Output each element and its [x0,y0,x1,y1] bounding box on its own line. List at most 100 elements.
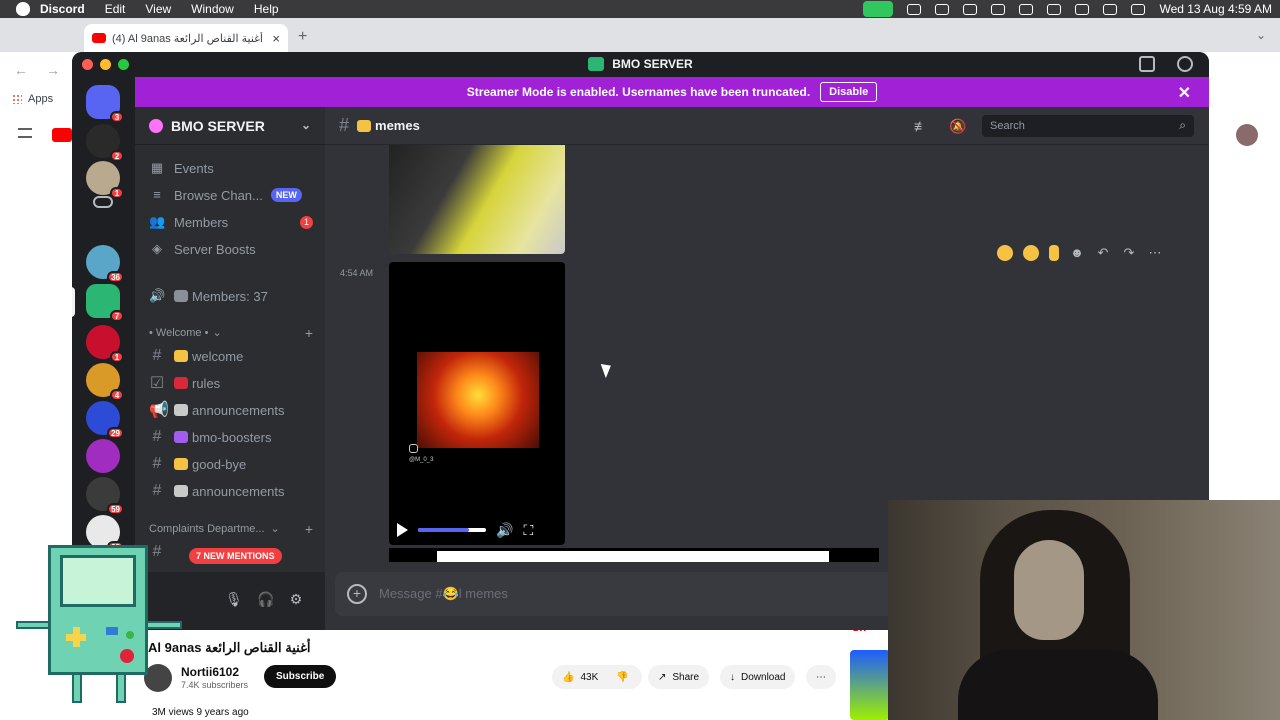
add-attachment-icon[interactable]: + [347,584,367,604]
thumbs-up-icon[interactable]: 👍 [562,672,574,683]
menubar-clock[interactable]: Wed 13 Aug 4:59 AM [1159,2,1272,16]
server-header[interactable]: BMO SERVER ⌄ [135,107,325,145]
channel-good-bye[interactable]: # good-bye [149,452,315,476]
speaker-icon: 🔊 [149,288,166,303]
new-tab-button[interactable]: + [298,28,307,46]
nav-events[interactable]: ▦ Events [149,157,315,179]
spotlight-icon[interactable] [1103,3,1118,15]
share-button[interactable]: ↗ Share [648,665,710,689]
fullscreen-icon[interactable]: ⛶ [523,522,533,539]
subscribe-button[interactable]: Subscribe [264,665,337,688]
tab-search-icon[interactable]: ⌄ [1256,28,1266,42]
facetime-icon[interactable] [863,1,894,17]
nav-browse-channels[interactable]: ≡ Browse Chan... NEW [149,184,315,206]
channel-bmo-boosters[interactable]: # bmo-boosters [149,425,315,449]
bmo-dpad [66,627,86,647]
add-reaction-icon[interactable]: ☻ [1069,245,1085,261]
bmo-leg [116,673,126,703]
close-banner-icon[interactable]: ✕ [1178,83,1191,103]
status-icon-2[interactable] [935,3,950,15]
image-attachment-next[interactable] [389,548,879,562]
channel-welcome[interactable]: # welcome [149,344,315,368]
channel-emoji [174,431,188,443]
apple-menu-icon[interactable] [16,2,30,16]
server-icon[interactable]: 29 [86,401,124,439]
battery-icon[interactable] [1075,3,1090,15]
create-channel-icon[interactable]: + [305,521,313,537]
disable-streamer-button[interactable]: Disable [820,82,878,102]
youtube-logo-icon[interactable] [52,128,72,142]
more-actions-button[interactable]: ⋯ [806,665,836,689]
forward-icon[interactable]: ↷ [1121,245,1137,261]
control-center-icon[interactable] [1131,3,1146,15]
menu-view[interactable]: View [145,2,171,16]
play-status-icon[interactable] [991,3,1006,15]
menu-help[interactable]: Help [254,2,279,16]
category-welcome[interactable]: • Welcome • ⌄ + [149,325,315,341]
channel-announcements[interactable]: 📢 announcements [149,398,315,422]
server-icon[interactable] [86,439,120,473]
search-input[interactable]: Search ⌕ [982,115,1194,137]
bookmarks-apps[interactable]: Apps [12,93,53,105]
channel-name[interactable]: Nortii6102 [181,665,239,679]
shorts-thumbnail[interactable] [850,650,890,720]
menu-window[interactable]: Window [191,2,234,16]
download-icon: ↓ [730,671,735,683]
status-icon-3[interactable] [963,3,978,15]
notifications-muted-icon[interactable]: 🔕 [949,118,966,134]
create-channel-icon[interactable]: + [305,325,313,341]
hash-icon: # [339,115,350,135]
new-mentions-pill[interactable]: 7 NEW MENTIONS [189,548,282,564]
video-frame [417,352,539,448]
reaction-crying-laughing-icon[interactable] [997,245,1013,261]
like-dislike-pill[interactable]: 👍 43K 👎 [552,665,642,689]
headphones-icon[interactable]: 🎧 [257,592,274,606]
nav-members[interactable]: 👥 Members 1 [149,211,315,233]
bmo-server-icon[interactable]: 7 [86,284,124,322]
more-options-icon[interactable]: ⋯ [1147,245,1163,261]
eye-server-icon[interactable] [93,196,113,208]
threads-icon[interactable]: ≢ [913,118,929,134]
download-button[interactable]: ↓ Download [720,665,796,689]
nav-server-boosts[interactable]: ◈ Server Boosts [149,238,315,260]
video-progress-track[interactable] [418,528,486,532]
webcam-person-face [1014,540,1084,640]
direct-messages-icon[interactable]: 3 [86,85,124,123]
thumbs-down-icon[interactable]: 👎 [616,672,628,683]
channel-announcements-2[interactable]: # announcements [149,479,315,503]
reaction-finger-icon[interactable] [1049,245,1059,261]
more-icon: ⋯ [816,671,826,683]
server-icon[interactable]: 36 [86,245,124,283]
close-tab-icon[interactable]: × [272,31,280,46]
status-icon-1[interactable] [907,3,922,15]
video-attachment[interactable]: @M_0_3 🔊 ⛶ [389,262,565,545]
server-icon[interactable]: 59 [86,477,124,515]
menu-app-name[interactable]: Discord [40,2,85,16]
server-icon[interactable]: 4 [86,363,124,401]
server-icon[interactable]: 1 [86,161,124,199]
reaction-emoji-icon[interactable] [1023,245,1039,261]
browser-nav-icons[interactable]: ←→ [14,62,78,78]
voice-channel-members[interactable]: 🔊 Members: 37 [149,285,315,307]
volume-icon[interactable]: 🔊 [496,522,513,539]
help-icon[interactable] [1177,56,1193,72]
server-icon[interactable]: 38 [86,515,124,553]
microphone-icon[interactable]: 🎙 [225,592,243,606]
bluetooth-icon[interactable] [1047,3,1062,15]
server-icon[interactable]: 2 [86,124,124,162]
server-icon[interactable]: 1 [86,325,124,363]
hash-icon: # [152,347,162,364]
youtube-account-avatar[interactable] [1236,124,1258,146]
inbox-icon[interactable] [1139,56,1155,72]
category-complaints[interactable]: Complaints Departme... ⌄ + [149,521,315,537]
image-attachment[interactable] [389,145,565,254]
input-source-icon[interactable] [1019,3,1034,15]
menu-edit[interactable]: Edit [105,2,126,16]
new-badge: NEW [270,188,302,202]
channel-rules[interactable]: ☑ rules [149,371,315,395]
youtube-menu-icon[interactable] [18,128,32,138]
reply-icon[interactable]: ↶ [1095,245,1111,261]
play-icon[interactable] [397,523,408,537]
settings-gear-icon[interactable]: ⚙ [289,592,303,606]
browser-tab-youtube[interactable]: (4) Al 9anas أغنية القناص الرائعة × [84,24,288,52]
